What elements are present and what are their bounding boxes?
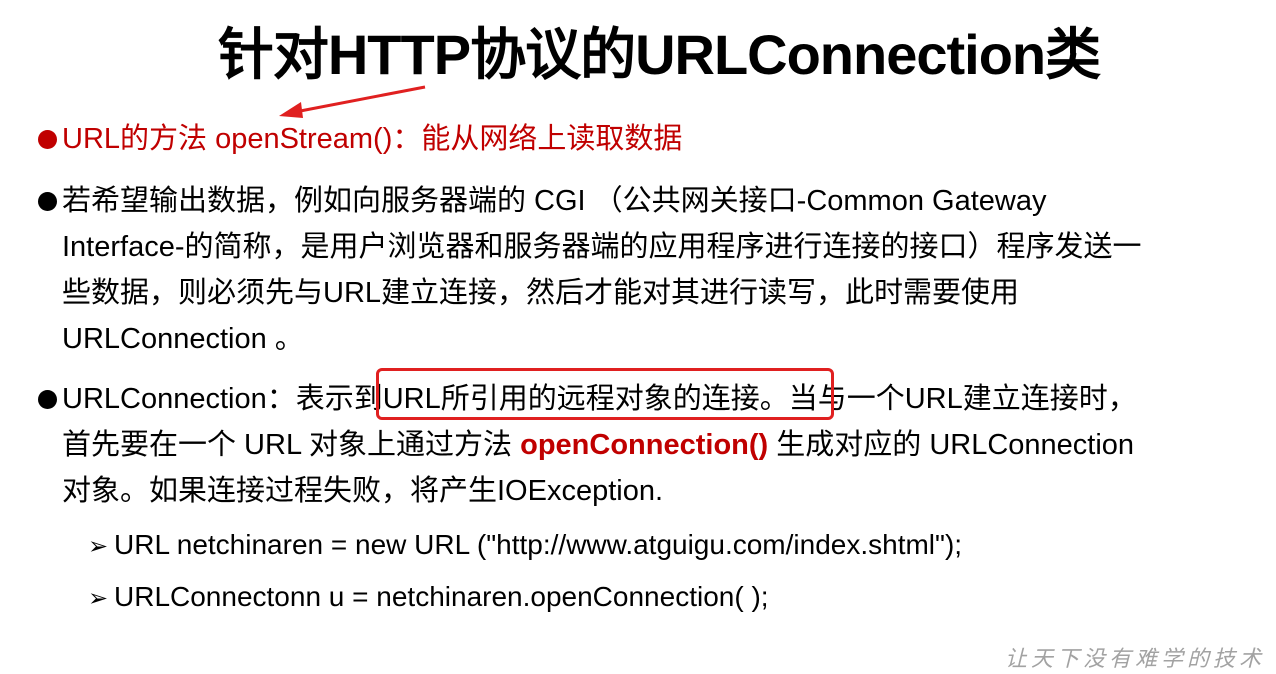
bullet-urlconnection-line-2: 首先要在一个 URL 对象上通过方法 openConnection() 生成对应… — [62, 422, 1134, 468]
sub-bullet-arrow-icon: ➢ — [88, 533, 109, 560]
line2-suffix: 生成对应的 URLConnection — [768, 429, 1135, 461]
bullet-dot-icon — [38, 390, 57, 409]
highlight-box — [376, 368, 834, 420]
bullet-dot-icon — [38, 130, 57, 149]
code-text-1: URL netchinaren = new URL ("http://www.a… — [114, 529, 963, 560]
bullet-output-line-2: Interface-的简称，是用户浏览器和服务器端的应用程序进行连接的接口）程序… — [62, 231, 1142, 263]
watermark: 让天下没有难学的技术 — [1005, 646, 1266, 671]
code-line-2: ➢ URLConnectonn u = netchinaren.openConne… — [88, 574, 769, 622]
line2-prefix: 首先要在一个 URL 对象上通过方法 — [62, 429, 521, 461]
code-text-2: URLConnectonn u = netchinaren.openConnec… — [114, 581, 769, 612]
sub-bullet-arrow-icon: ➢ — [88, 585, 109, 612]
bullet-urlconnection-line-3: 对象。如果连接过程失败，将产生IOException. — [62, 475, 664, 507]
bullet-output-line-3: 些数据，则必须先与URL建立连接，然后才能对其进行读写，此时需要使用 — [62, 277, 1020, 309]
code-line-1: ➢ URL netchinaren = new URL ("http://www.… — [88, 522, 962, 570]
bullet-openstream: URL的方法 openStream()：能从网络上读取数据 — [62, 123, 683, 155]
open-connection-method: openConnection() — [520, 429, 769, 461]
bullet-dot-icon — [38, 192, 57, 211]
bullet-output-line-4: URLConnection 。 — [62, 323, 304, 355]
bullet-output-line-1: 若希望输出数据，例如向服务器端的 CGI （公共网关接口-Common Gate… — [62, 185, 1047, 217]
slide-title: 针对HTTP协议的URLConnection类 — [217, 23, 1101, 86]
